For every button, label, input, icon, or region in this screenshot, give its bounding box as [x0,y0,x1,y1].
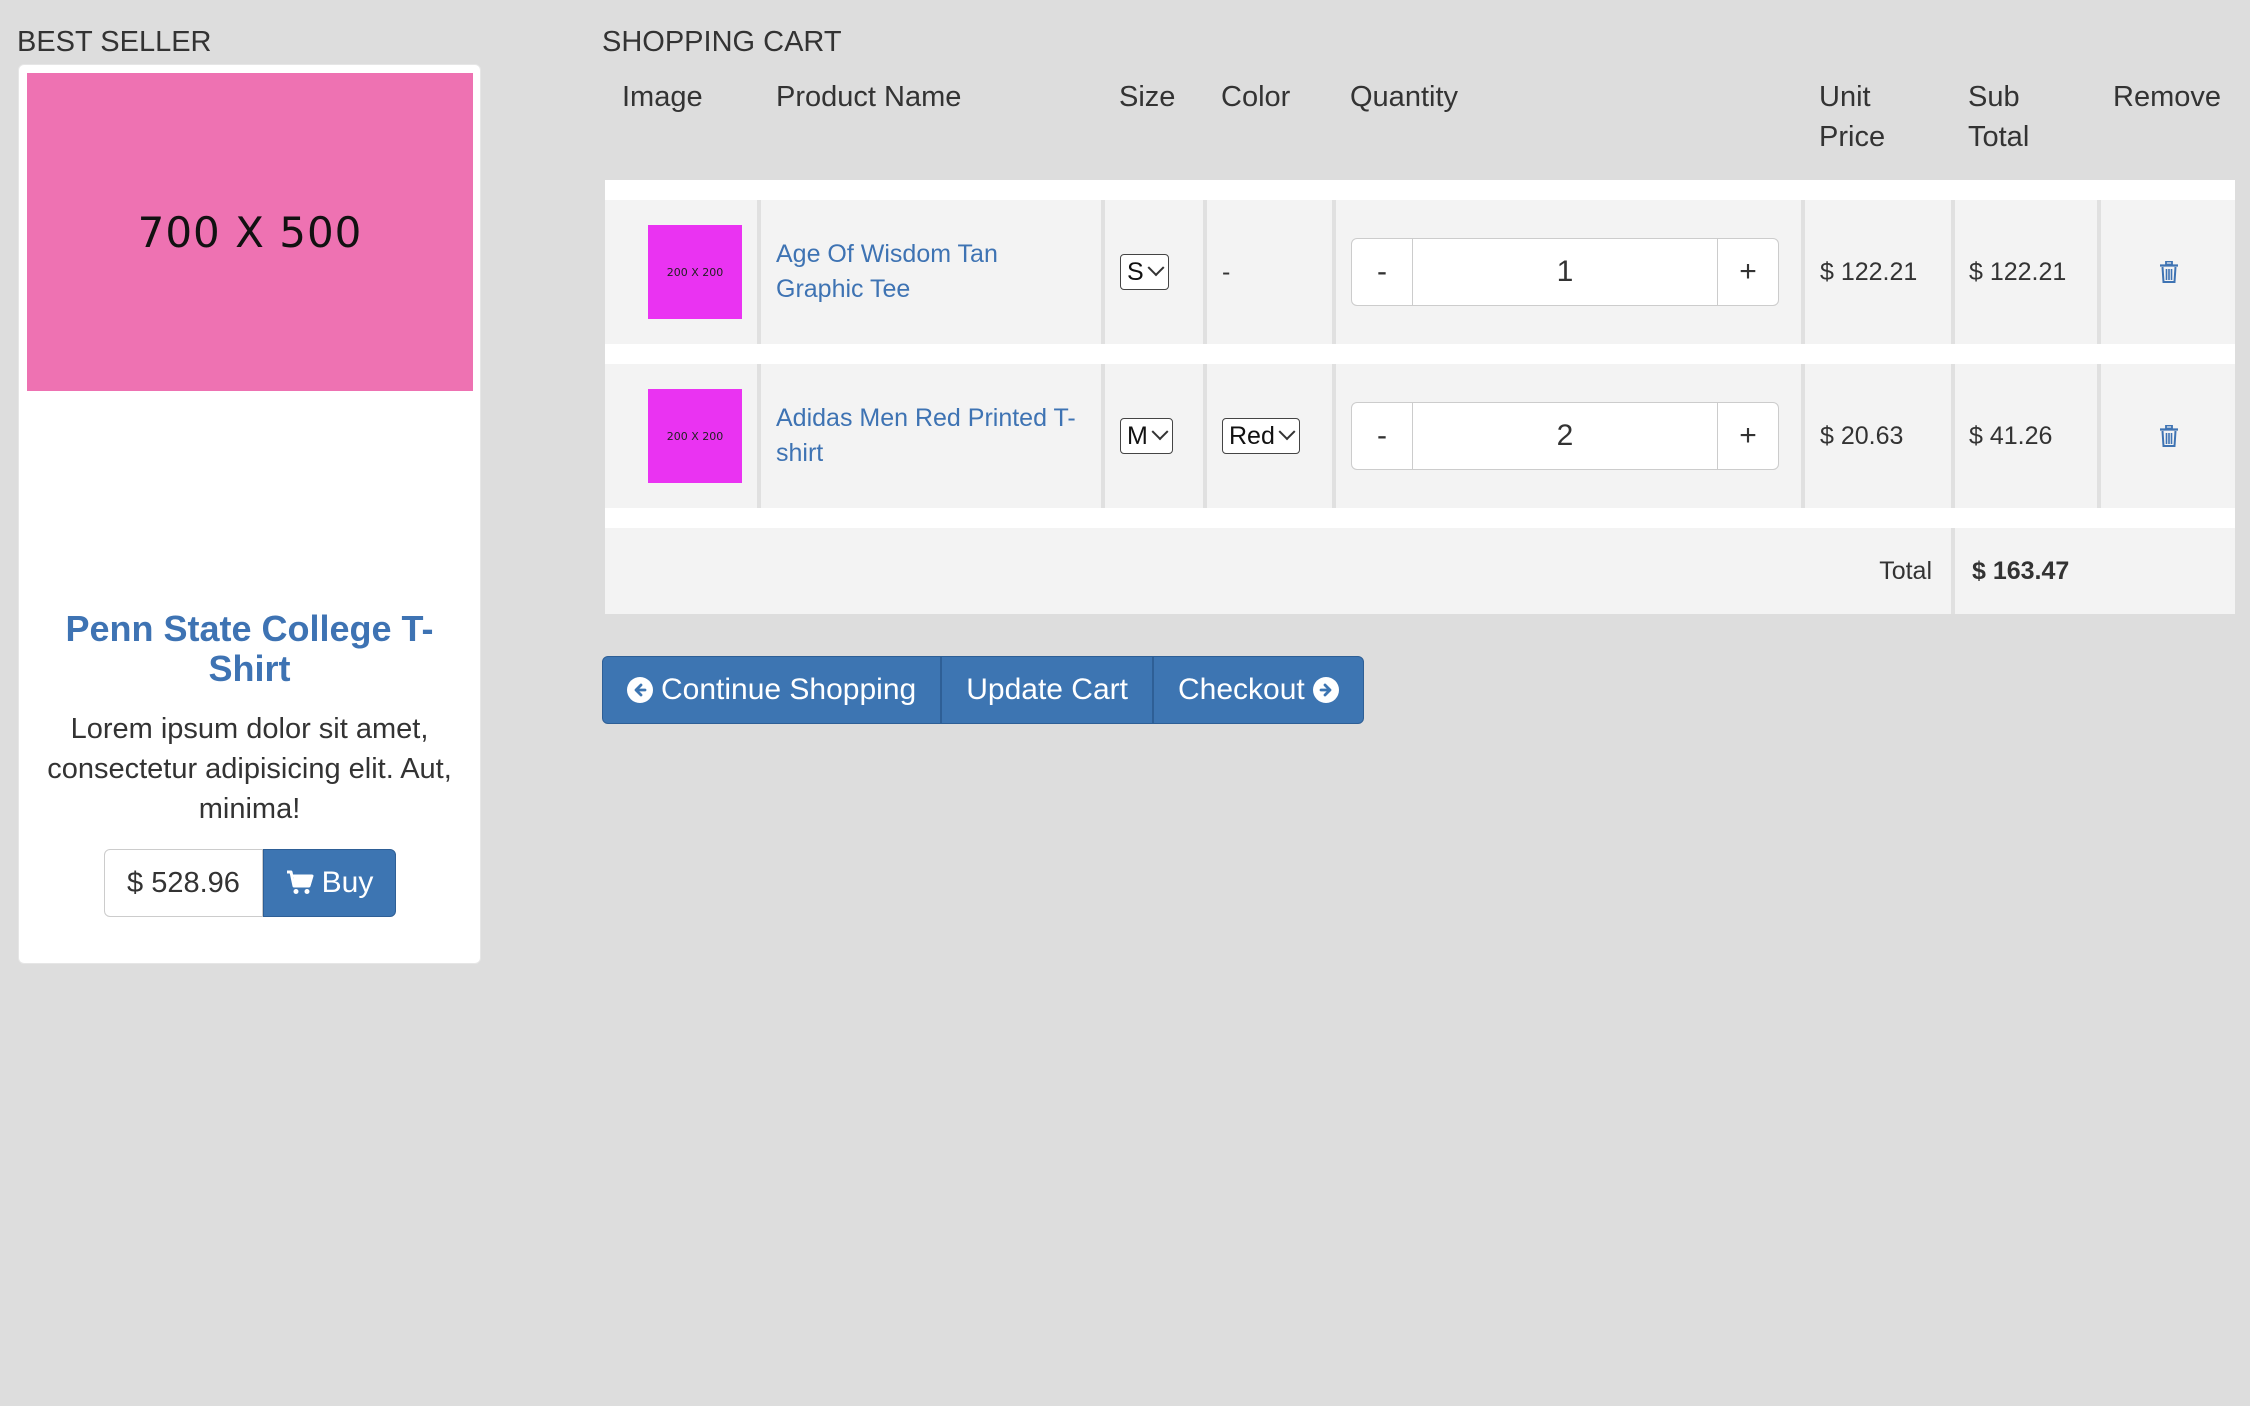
size-cell: S [1120,200,1169,344]
column-divider [1801,200,1805,344]
quantity-input[interactable]: 2 [1413,402,1717,470]
column-divider [1101,200,1105,344]
checkout-button[interactable]: Checkout [1152,656,1364,724]
product-name-cell: Adidas Men Red Printed T-shirt [776,364,1086,508]
unit-price: $ 20.63 [1820,421,1904,450]
trash-icon[interactable] [2160,261,2178,283]
color-select-value: Red [1229,421,1275,450]
header-unit-price-line2: Price [1819,121,1886,153]
increase-quantity-button[interactable]: + [1717,402,1779,470]
best-seller-title: BEST SELLER [17,26,212,58]
quantity-stepper: - 1 + [1351,238,1783,306]
total-value: $ 163.47 [1972,556,2070,585]
shopping-cart-icon [286,870,314,894]
column-divider [1951,528,1955,614]
header-sub-total-line1: Sub [1968,81,2020,113]
size-select[interactable]: S [1120,254,1169,290]
column-divider [1801,364,1805,508]
decrease-quantity-button[interactable]: - [1351,402,1413,470]
remove-cell [2160,200,2178,344]
column-divider [1203,364,1207,508]
header-sub-total-line2: Total [1968,121,2030,153]
color-select[interactable]: Red [1222,418,1300,454]
best-seller-price: $ 528.96 [104,849,263,917]
header-unit-price: Unit Price [1819,77,1885,157]
best-seller-product-name[interactable]: Penn State College T-Shirt [39,609,460,689]
product-thumbnail[interactable]: 200 X 200 [648,225,742,319]
size-select-value: M [1127,421,1148,450]
cart-table-header: Image Product Name Size Color Quantity U… [602,74,2234,180]
table-row: 200 X 200 Age Of Wisdom Tan Graphic Tee … [605,180,2235,344]
unit-price-cell: $ 122.21 [1820,200,1917,344]
color-value: - [1222,257,1231,286]
best-seller-card: 700 X 500 Penn State College T-Shirt Lor… [18,64,481,964]
cart-actions: Continue Shopping Update Cart Checkout [602,656,1364,724]
continue-shopping-label: Continue Shopping [661,673,917,706]
increase-quantity-button[interactable]: + [1717,238,1779,306]
sub-total-cell: $ 41.26 [1969,364,2052,508]
best-seller-buy-group: $ 528.96 Buy [104,849,396,917]
table-row: 200 X 200 Adidas Men Red Printed T-shirt… [605,344,2235,508]
product-thumbnail[interactable]: 200 X 200 [648,389,742,483]
arrow-circle-left-icon [627,677,653,703]
remove-cell [2160,364,2178,508]
buy-button-label: Buy [321,866,374,899]
color-cell: Red [1222,364,1300,508]
cart-table: Image Product Name Size Color Quantity U… [602,74,2235,614]
shopping-cart-title: SHOPPING CART [602,26,842,58]
size-select[interactable]: M [1120,418,1173,454]
product-image-cell: 200 X 200 [648,364,742,508]
quantity-cell: - 1 + [1351,200,1783,344]
header-sub-total: Sub Total [1968,77,2029,157]
header-size: Size [1119,81,1176,113]
column-divider [1951,364,1955,508]
header-image: Image [622,81,703,113]
size-select-value: S [1127,257,1144,286]
trash-icon[interactable] [2160,425,2178,447]
shopping-cart-section: SHOPPING CART Image Product Name Size Co… [602,24,2235,724]
best-seller-section: BEST SELLER 700 X 500 Penn State College… [17,24,482,964]
update-cart-button[interactable]: Update Cart [941,656,1153,724]
arrow-circle-right-icon [1312,677,1339,703]
quantity-cell: - 2 + [1351,364,1783,508]
column-divider [1332,364,1336,508]
sub-total: $ 41.26 [1969,421,2053,450]
unit-price-cell: $ 20.63 [1820,364,1903,508]
cart-total-row: Total $ 163.47 [605,508,2235,614]
product-name-cell: Age Of Wisdom Tan Graphic Tee [776,200,1086,344]
quantity-input[interactable]: 1 [1413,238,1717,306]
color-cell: - [1222,200,1230,344]
unit-price: $ 122.21 [1820,257,1918,286]
total-label: Total [1879,556,1932,585]
buy-button[interactable]: Buy [263,849,396,917]
best-seller-description: Lorem ipsum dolor sit amet, consectetur … [47,713,452,825]
header-product-name: Product Name [776,81,962,113]
header-color: Color [1221,81,1291,113]
column-divider [1332,200,1336,344]
column-divider [757,364,761,508]
size-cell: M [1120,364,1173,508]
chevron-down-icon [1151,423,1169,441]
sub-total: $ 122.21 [1969,257,2067,286]
continue-shopping-button[interactable]: Continue Shopping [602,656,942,724]
header-remove: Remove [2113,81,2221,113]
best-seller-image[interactable]: 700 X 500 [27,73,473,391]
product-name-link[interactable]: Adidas Men Red Printed T-shirt [776,401,1086,471]
column-divider [757,200,761,344]
decrease-quantity-button[interactable]: - [1351,238,1413,306]
header-quantity: Quantity [1350,81,1458,113]
header-unit-price-line1: Unit [1819,81,1871,113]
product-image-cell: 200 X 200 [648,200,742,344]
chevron-down-icon [1147,259,1165,277]
quantity-stepper: - 2 + [1351,402,1783,470]
column-divider [2097,364,2101,508]
sub-total-cell: $ 122.21 [1969,200,2066,344]
chevron-down-icon [1278,423,1296,441]
column-divider [1203,200,1207,344]
column-divider [1101,364,1105,508]
product-name-link[interactable]: Age Of Wisdom Tan Graphic Tee [776,237,1086,307]
column-divider [2097,200,2101,344]
column-divider [1951,200,1955,344]
checkout-label: Checkout [1177,673,1305,706]
